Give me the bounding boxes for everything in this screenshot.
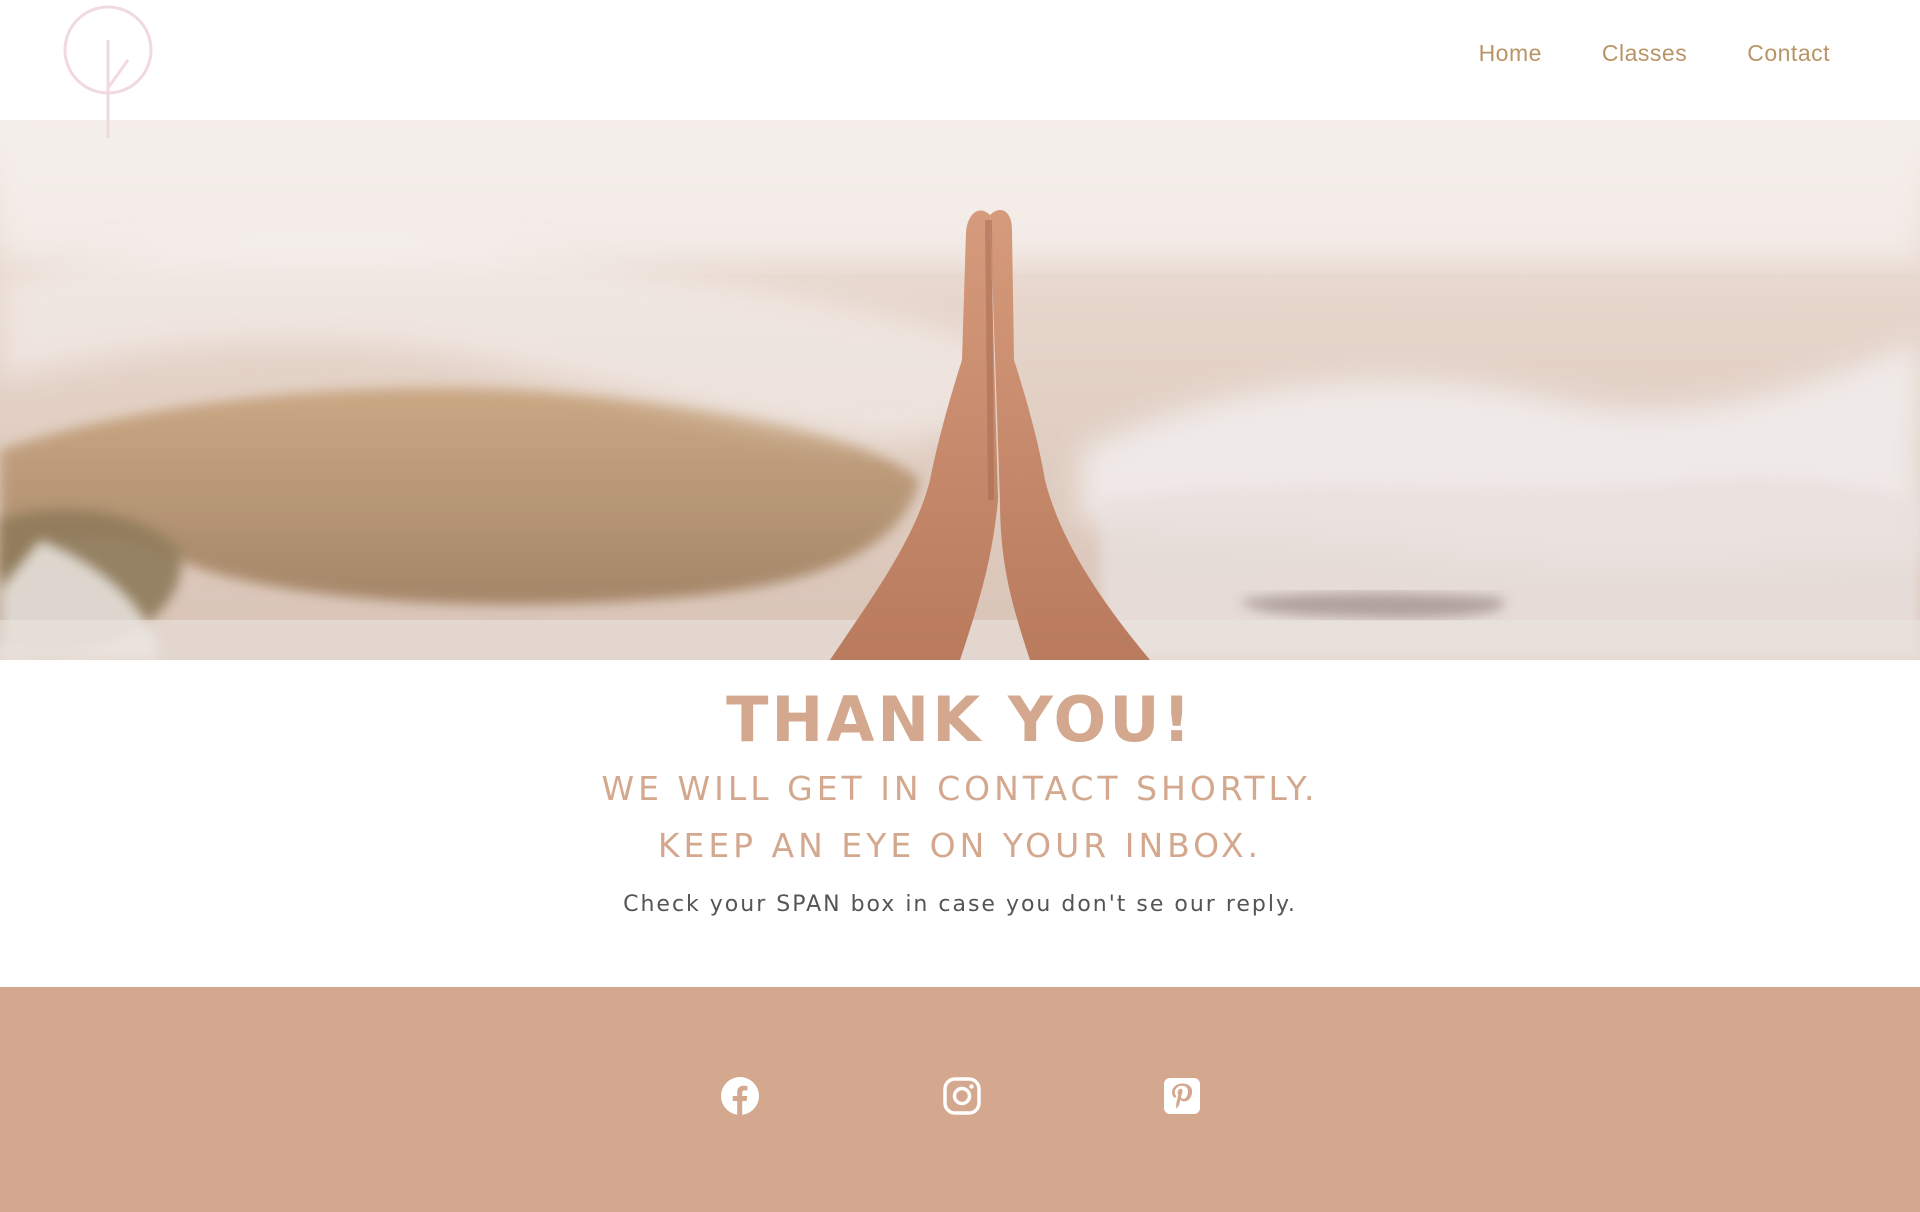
nav-link-contact[interactable]: Contact xyxy=(1747,40,1830,67)
logo-icon[interactable] xyxy=(58,0,160,142)
pinterest-icon[interactable] xyxy=(1162,1076,1202,1116)
instagram-icon[interactable] xyxy=(942,1076,982,1116)
facebook-icon[interactable] xyxy=(720,1076,760,1116)
thank-you-section: THANK YOU! WE WILL GET IN CONTACT SHORTL… xyxy=(0,660,1920,920)
main-nav: Home Classes Contact xyxy=(1479,40,1830,67)
hero-photo xyxy=(0,120,1920,660)
thank-you-line-1: WE WILL GET IN CONTACT SHORTLY. xyxy=(601,769,1319,808)
thank-you-line-2: KEEP AN EYE ON YOUR INBOX. xyxy=(657,826,1263,865)
nav-link-home[interactable]: Home xyxy=(1479,40,1542,67)
site-header: Home Classes Contact xyxy=(0,0,1920,120)
spam-note: Check your SPAN box in case you don't se… xyxy=(623,892,1297,917)
hero-image xyxy=(0,120,1920,660)
thank-you-title: THANK YOU! xyxy=(726,683,1194,756)
nav-link-classes[interactable]: Classes xyxy=(1602,40,1687,67)
